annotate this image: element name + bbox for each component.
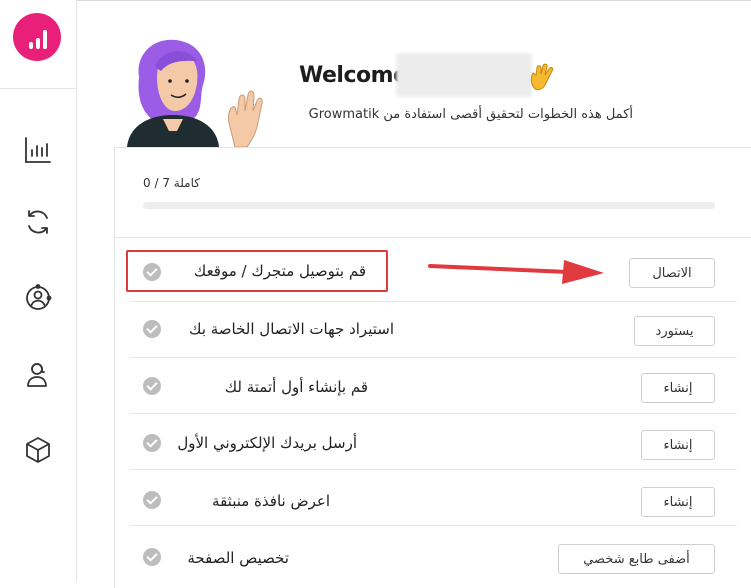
create-email-button[interactable]: إنشاء xyxy=(641,430,715,460)
sidebar-divider xyxy=(0,88,76,89)
welcome-illustration xyxy=(127,39,263,147)
red-arrow-annotation xyxy=(428,260,604,284)
step-label: اعرض نافذة منبثقة xyxy=(212,492,330,510)
check-circle-icon xyxy=(143,548,161,566)
create-popup-button[interactable]: إنشاء xyxy=(641,487,715,517)
onboarding-card: كاملة 7 / 0 قم بتوصيل متجرك / موقعك الات… xyxy=(114,147,751,588)
connect-button[interactable]: الاتصال xyxy=(629,258,715,288)
sync-icon[interactable] xyxy=(22,206,54,238)
step-label: استيراد جهات الاتصال الخاصة بك xyxy=(189,320,394,338)
step-label: قم بإنشاء أول أتمتة لك xyxy=(224,378,368,396)
step-row: تخصيص الصفحة أضفى طابع شخصي xyxy=(115,526,751,582)
import-button[interactable]: يستورد xyxy=(634,316,715,346)
redacted-username xyxy=(396,53,532,97)
welcome-title: Welcome xyxy=(299,63,408,88)
sidebar xyxy=(0,0,77,582)
step-label: أرسل بريدك الإلكتروني الأول xyxy=(177,434,357,452)
waving-hand-icon xyxy=(530,63,554,91)
bar-chart-icon[interactable] xyxy=(22,134,54,166)
check-circle-icon xyxy=(143,377,161,395)
user-network-icon[interactable] xyxy=(22,282,54,314)
check-circle-icon xyxy=(143,434,161,452)
step-row: قم بإنشاء أول أتمتة لك إنشاء xyxy=(115,358,751,414)
step-label: تخصيص الصفحة xyxy=(187,549,289,567)
growmatik-logo[interactable] xyxy=(13,13,61,61)
create-automation-button[interactable]: إنشاء xyxy=(641,373,715,403)
progress-bar xyxy=(143,202,715,209)
check-circle-icon xyxy=(143,491,161,509)
highlight-box xyxy=(126,250,388,292)
step-row: أرسل بريدك الإلكتروني الأول إنشاء xyxy=(115,414,751,470)
check-circle-icon xyxy=(143,320,161,338)
support-agent-icon[interactable] xyxy=(22,358,54,390)
personalize-button[interactable]: أضفى طابع شخصي xyxy=(558,544,715,574)
step-row: استيراد جهات الاتصال الخاصة بك يستورد xyxy=(115,302,751,358)
cube-icon[interactable] xyxy=(22,434,54,466)
welcome-subtitle: أكمل هذه الخطوات لتحقيق أقصى استفادة من … xyxy=(308,107,633,122)
progress-label: كاملة 7 / 0 xyxy=(143,176,200,190)
card-divider xyxy=(115,237,751,238)
step-row: اعرض نافذة منبثقة إنشاء xyxy=(115,470,751,526)
